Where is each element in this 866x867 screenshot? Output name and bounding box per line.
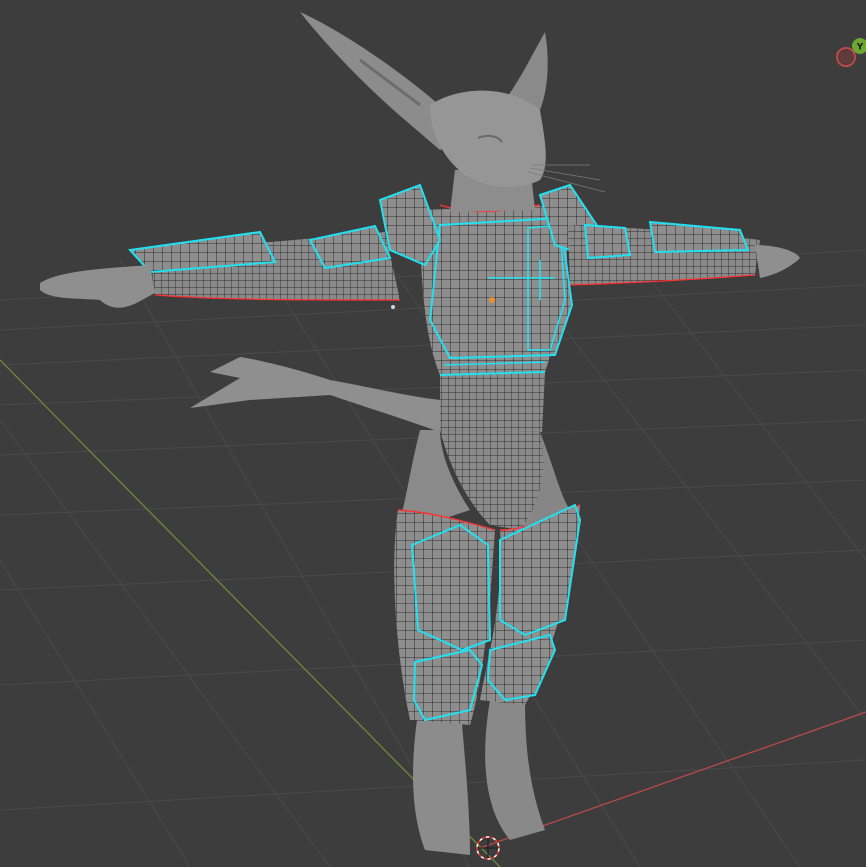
legs-mesh bbox=[413, 700, 545, 855]
3d-viewport[interactable]: Y bbox=[0, 0, 866, 867]
pelvis-mesh bbox=[440, 430, 544, 530]
right-arm-mesh bbox=[568, 220, 800, 286]
navigation-gizmo[interactable]: Y bbox=[806, 30, 866, 100]
left-arm-mesh bbox=[40, 224, 401, 308]
tail-mesh bbox=[190, 357, 440, 432]
gizmo-y-label: Y bbox=[856, 43, 864, 53]
3d-cursor-icon[interactable] bbox=[476, 836, 500, 860]
pants-mesh bbox=[394, 503, 582, 725]
viewport-scene[interactable] bbox=[0, 0, 866, 867]
head-mesh bbox=[300, 12, 606, 193]
origin-dot-icon[interactable] bbox=[489, 297, 495, 303]
light-dot-icon bbox=[391, 305, 395, 309]
